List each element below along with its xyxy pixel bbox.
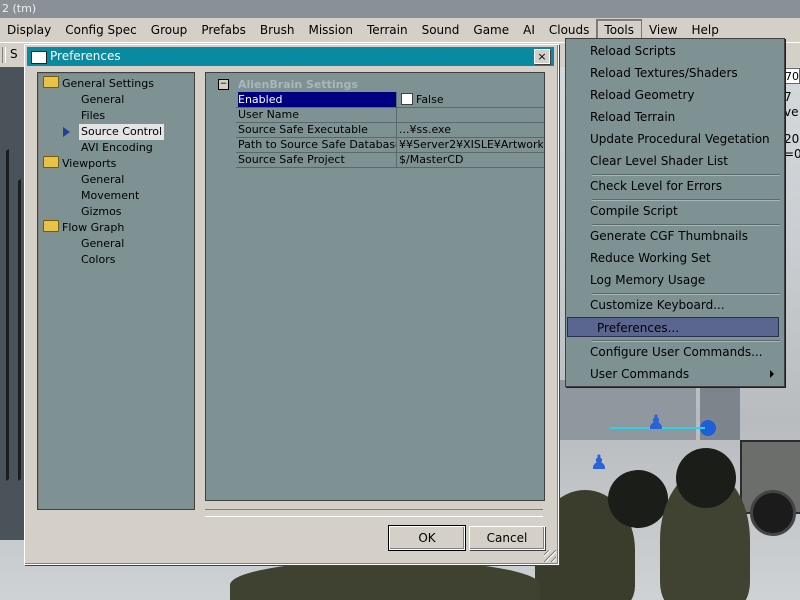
menu-item-reload-geometry[interactable]: Reload Geometry: [590, 85, 780, 105]
property-row-ss-database[interactable]: Path to Source Safe Database ¥¥Server2¥X…: [236, 137, 544, 153]
settings-tree[interactable]: General Settings General Files Source Co…: [37, 72, 195, 510]
cancel-button[interactable]: Cancel: [469, 526, 545, 550]
ok-button[interactable]: OK: [388, 525, 466, 551]
category-row[interactable]: − AlienBrain Settings: [206, 77, 544, 92]
menu-item-clear-shader-list[interactable]: Clear Level Shader List: [590, 151, 780, 171]
property-row-enabled[interactable]: Enabled False: [236, 92, 544, 108]
collapse-toggle-icon[interactable]: −: [218, 79, 229, 90]
menu-item-check-level[interactable]: Check Level for Errors: [590, 176, 780, 196]
checkbox[interactable]: [401, 93, 413, 105]
property-row-ss-project[interactable]: Source Safe Project $/MasterCD: [236, 152, 544, 168]
menu-help[interactable]: Help: [684, 20, 725, 40]
menu-clouds[interactable]: Clouds: [542, 20, 597, 40]
property-row-user-name[interactable]: User Name: [236, 107, 544, 123]
dialog-title: Preferences: [50, 49, 121, 63]
menu-game[interactable]: Game: [466, 20, 516, 40]
menu-group[interactable]: Group: [144, 20, 195, 40]
property-value[interactable]: ¥¥Server2¥XISLE¥ArtworkVss: [399, 137, 543, 152]
menu-item-update-vegetation[interactable]: Update Procedural Vegetation: [590, 129, 780, 149]
menu-brush[interactable]: Brush: [253, 20, 302, 40]
window-icon: [31, 51, 47, 64]
tree-node-general-settings[interactable]: General Settings: [43, 76, 154, 92]
menu-sound[interactable]: Sound: [415, 20, 467, 40]
menu-terrain[interactable]: Terrain: [360, 20, 415, 40]
app-title: 2 (tm): [2, 2, 37, 15]
tree-node-general[interactable]: General: [81, 92, 124, 108]
property-value[interactable]: $/MasterCD: [399, 152, 543, 167]
menu-mission[interactable]: Mission: [301, 20, 359, 40]
menu-item-reduce-working-set[interactable]: Reduce Working Set: [590, 248, 780, 268]
menu-item-configure-user-commands[interactable]: Configure User Commands...: [590, 342, 780, 362]
ai-entity-icon[interactable]: ♟: [647, 412, 665, 432]
menu-item-reload-terrain[interactable]: Reload Terrain: [590, 107, 780, 127]
menu-item-reload-scripts[interactable]: Reload Scripts: [590, 41, 780, 61]
property-value[interactable]: [399, 107, 543, 122]
menu-item-user-commands[interactable]: User Commands: [590, 364, 780, 384]
app-title-bar: 2 (tm): [0, 0, 800, 18]
menu-item-compile-script[interactable]: Compile Script: [590, 201, 780, 221]
property-key: User Name: [238, 107, 397, 122]
folder-icon: [43, 156, 59, 168]
right-value: 20: [784, 132, 800, 146]
tree-node-colors[interactable]: Colors: [81, 252, 115, 268]
description-divider: [205, 509, 543, 517]
category-label: AlienBrain Settings: [238, 78, 358, 91]
menu-item-reload-textures[interactable]: Reload Textures/Shaders: [590, 63, 780, 83]
menu-config-spec[interactable]: Config Spec: [58, 20, 144, 40]
close-button[interactable]: ×: [534, 49, 550, 64]
tree-node-movement[interactable]: Movement: [81, 188, 139, 204]
tree-node-general[interactable]: General: [81, 172, 124, 188]
property-key: Path to Source Safe Database: [238, 137, 397, 152]
menu-prefabs[interactable]: Prefabs: [194, 20, 253, 40]
tree-node-avi-encoding[interactable]: AVI Encoding: [81, 140, 153, 156]
menu-view[interactable]: View: [642, 20, 684, 40]
right-value: =0: [784, 147, 800, 161]
dialog-title-bar[interactable]: Preferences ×: [27, 47, 554, 66]
property-key: Source Safe Executable: [238, 122, 397, 137]
tree-node-files[interactable]: Files: [81, 108, 105, 124]
submenu-arrow-icon: [770, 370, 774, 378]
resize-grip-icon[interactable]: [544, 550, 556, 562]
menu-item-log-memory[interactable]: Log Memory Usage: [590, 270, 780, 290]
right-value[interactable]: 70: [784, 68, 800, 84]
menu-item-customize-keyboard[interactable]: Customize Keyboard...: [590, 295, 780, 315]
toolbar-fragment[interactable]: S: [10, 47, 18, 61]
tree-node-viewports[interactable]: Viewports: [43, 156, 116, 172]
property-value[interactable]: False: [399, 92, 543, 107]
right-panel-readout: 70 7 ve 20 =0: [784, 66, 800, 206]
tree-node-gizmos[interactable]: Gizmos: [81, 204, 122, 220]
property-row-ss-executable[interactable]: Source Safe Executable ...¥ss.exe: [236, 122, 544, 138]
property-value[interactable]: ...¥ss.exe: [399, 122, 543, 137]
toolbar-separator: [2, 47, 6, 63]
right-value: ve: [784, 105, 799, 119]
tree-node-general[interactable]: General: [81, 236, 124, 252]
preferences-dialog: Preferences × General Settings General F…: [24, 44, 559, 565]
menu-item-generate-thumbnails[interactable]: Generate CGF Thumbnails: [590, 226, 780, 246]
ai-entity-icon[interactable]: ♟: [590, 452, 608, 472]
property-key: Source Safe Project: [238, 152, 397, 167]
menu-ai[interactable]: AI: [516, 20, 542, 40]
tree-node-source-control[interactable]: Source Control: [79, 124, 165, 140]
tools-dropdown-menu: Reload Scripts Reload Textures/Shaders R…: [565, 38, 785, 387]
arrow-right-icon: [63, 127, 70, 137]
folder-icon: [43, 220, 59, 232]
property-key: Enabled: [238, 92, 397, 107]
folder-icon: [43, 76, 59, 88]
menu-item-preferences[interactable]: Preferences...: [567, 317, 779, 337]
menu-display[interactable]: Display: [0, 20, 58, 40]
property-grid[interactable]: − AlienBrain Settings Enabled False User…: [205, 72, 545, 501]
tree-node-flow-graph[interactable]: Flow Graph: [43, 220, 124, 236]
right-value: 7: [784, 90, 792, 104]
